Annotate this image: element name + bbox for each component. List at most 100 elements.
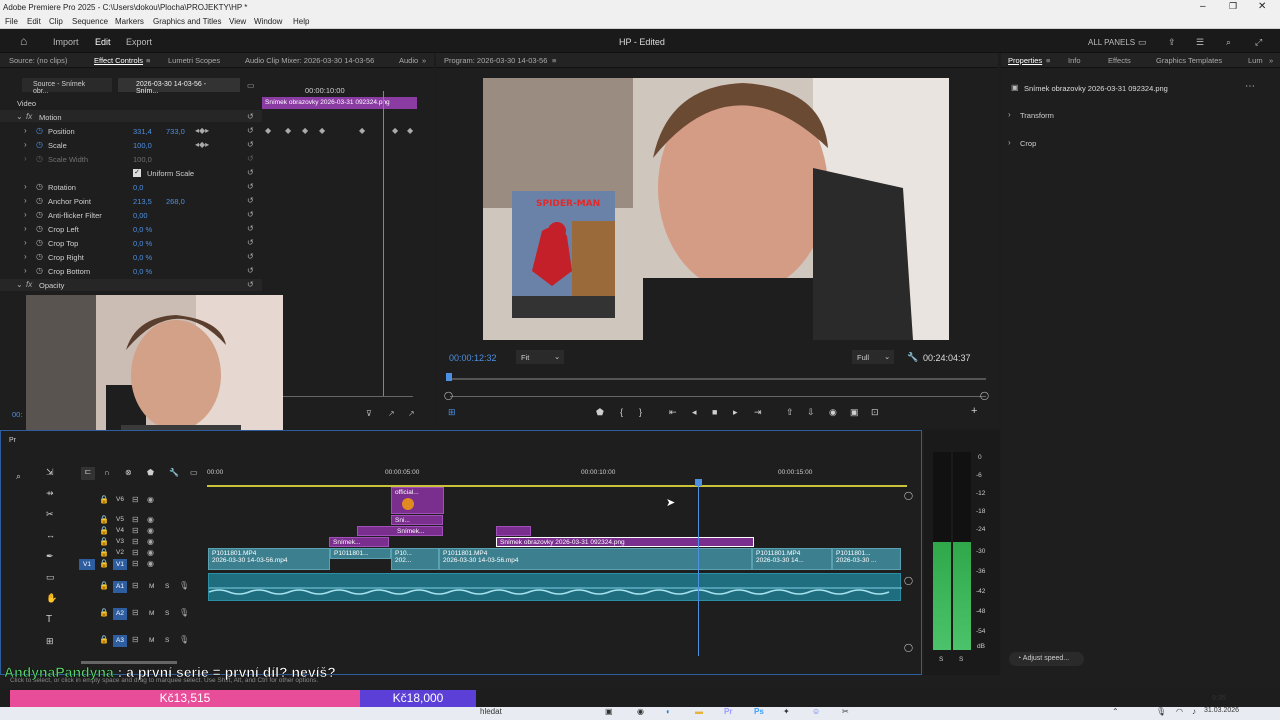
linked-selection-icon[interactable]: ⊗ xyxy=(125,468,132,477)
sync-icon[interactable]: ⊟ xyxy=(132,515,139,524)
tab-menu-icon[interactable]: ≡ xyxy=(552,56,556,65)
section-transform[interactable]: › Transform xyxy=(1008,109,1268,121)
eye-icon[interactable]: ◉ xyxy=(147,495,154,504)
reset-icon[interactable]: ↺ xyxy=(247,196,254,205)
slip-icon[interactable]: ↔ xyxy=(46,530,55,540)
program-video-frame[interactable]: SPIDER-MAN xyxy=(483,78,949,340)
reset-icon[interactable]: ↺ xyxy=(247,224,254,233)
anchor-y-value[interactable]: 268,0 xyxy=(166,197,185,206)
ec-zoom-bar[interactable] xyxy=(283,396,413,397)
export-icon[interactable]: ↗ xyxy=(388,409,395,418)
meter-solo-left[interactable]: S xyxy=(939,656,943,663)
reset-icon[interactable]: ↺ xyxy=(247,126,254,135)
sync-icon[interactable]: ⊟ xyxy=(132,581,139,590)
wrench-icon[interactable]: 🔧 xyxy=(169,468,179,477)
scroll-handle-icon[interactable]: ◯ xyxy=(904,576,913,585)
ec-clip-bar[interactable]: Snímek obrazovky 2026-03-31 092324.png xyxy=(262,97,417,109)
stop-icon[interactable]: ■ xyxy=(712,407,717,417)
add-button-icon[interactable]: + xyxy=(971,405,977,417)
mute-icon[interactable]: M xyxy=(149,583,154,590)
stopwatch-icon[interactable]: ◷ xyxy=(36,182,43,191)
subtab-source[interactable]: Source - Snímek obr... xyxy=(22,78,112,95)
share-icon[interactable]: ⇪ xyxy=(1168,37,1176,48)
step-back-icon[interactable]: ◂ xyxy=(692,407,697,418)
reset-icon[interactable]: ↺ xyxy=(247,238,254,247)
crop-top-value[interactable]: 0,0 % xyxy=(133,239,152,248)
compare-icon[interactable]: ▣ xyxy=(850,407,859,418)
menu-file[interactable]: File xyxy=(5,17,18,26)
clip-v4[interactable]: Snímek... xyxy=(357,526,443,536)
lock-icon[interactable]: 🔒 xyxy=(99,537,109,546)
section-crop[interactable]: › Crop xyxy=(1008,137,1268,149)
zoom-handle-icon[interactable]: ◯ xyxy=(444,391,453,400)
clock-time[interactable]: 9:35 xyxy=(1212,695,1226,702)
edge-icon[interactable]: ◐ xyxy=(666,707,671,716)
add-marker-icon[interactable]: ⬟ xyxy=(147,468,154,477)
keyframe-nav-icon[interactable]: ◂◆▸ xyxy=(195,140,209,149)
stopwatch-icon[interactable]: ◷ xyxy=(36,126,43,135)
stopwatch-icon[interactable]: ◷ xyxy=(36,140,43,149)
keyframe-icon[interactable]: ◆ xyxy=(265,126,271,135)
panel-icon[interactable]: ▭ xyxy=(247,81,255,90)
chevron-right-icon[interactable]: › xyxy=(24,182,27,191)
keyframe-icon[interactable]: ◆ xyxy=(359,126,365,135)
program-timecode[interactable]: 00:00:12:32 xyxy=(449,353,497,363)
stopwatch-icon[interactable]: ◷ xyxy=(36,252,43,261)
tab-source[interactable]: Source: (no clips) xyxy=(9,56,67,65)
settings-grid-icon[interactable]: ⊞ xyxy=(448,407,456,418)
volume-icon[interactable]: ♪ xyxy=(1192,707,1196,716)
audio-clip-a1[interactable] xyxy=(208,573,902,601)
sync-icon[interactable]: ⊟ xyxy=(132,559,139,568)
reset-icon[interactable]: ↺ xyxy=(247,182,254,191)
menu-help[interactable]: Help xyxy=(293,17,309,26)
clock-date[interactable]: 31.03.2026 xyxy=(1204,707,1239,714)
clip-v3-selected[interactable]: Snímek obrazovky 2026-03-31 092324.png xyxy=(496,537,754,547)
sync-icon[interactable]: ⊟ xyxy=(132,495,139,504)
snip-icon[interactable]: ✂ xyxy=(842,707,849,716)
mic-icon[interactable]: 🎙 xyxy=(1156,707,1166,716)
tab-lumetri[interactable]: Lumetri Scopes xyxy=(168,56,220,65)
tab-audio-mixer[interactable]: Audio Clip Mixer: 2026-03-30 14-03-56 xyxy=(245,56,374,65)
project-tab[interactable]: Pr xyxy=(9,437,16,444)
reset-icon[interactable]: ↺ xyxy=(247,210,254,219)
lock-icon[interactable]: 🔒 xyxy=(99,515,109,524)
tab-menu-icon[interactable]: ≡ xyxy=(146,56,150,65)
keyframe-icon[interactable]: ◆ xyxy=(285,126,291,135)
rectangle-icon[interactable]: ▭ xyxy=(46,572,55,583)
crop-bottom-value[interactable]: 0,0 % xyxy=(133,267,152,276)
chevron-right-icon[interactable]: › xyxy=(24,210,27,219)
hand-icon[interactable]: ✋ xyxy=(46,593,57,604)
chevron-right-icon[interactable]: › xyxy=(24,140,27,149)
keyframe-icon[interactable]: ◆ xyxy=(302,126,308,135)
text-tool-icon[interactable]: T xyxy=(46,614,52,625)
stopwatch-icon[interactable]: ◷ xyxy=(36,210,43,219)
marker-icon[interactable]: ⬟ xyxy=(596,407,604,418)
camera-icon[interactable]: ◉ xyxy=(829,407,837,418)
chevron-down-icon[interactable]: ⌄ xyxy=(16,112,23,121)
app-icon[interactable]: ✦ xyxy=(783,707,790,716)
tab-lumetri[interactable]: Lum xyxy=(1248,56,1263,65)
photoshop-icon[interactable]: Ps xyxy=(754,707,764,716)
folder-icon[interactable]: ▬ xyxy=(695,707,703,716)
lock-icon[interactable]: 🔒 xyxy=(99,526,109,535)
filter-icon[interactable]: ⊽ xyxy=(366,409,372,418)
menu-clip[interactable]: Clip xyxy=(49,17,63,26)
clip-v3[interactable]: Snímek... xyxy=(329,537,389,547)
clip-v2-4[interactable]: P1011801.MP4 2026-03-30 14-03-56.mp4 xyxy=(439,548,752,570)
menu-window[interactable]: Window xyxy=(254,17,282,26)
crop-right-value[interactable]: 0,0 % xyxy=(133,253,152,262)
pen-icon[interactable]: ✒ xyxy=(46,551,54,562)
sync-icon[interactable]: ⊟ xyxy=(132,548,139,557)
mute-icon[interactable]: M xyxy=(149,637,154,644)
search-icon[interactable]: ⌕ xyxy=(16,471,21,482)
tab-import[interactable]: Import xyxy=(53,37,79,47)
sync-icon[interactable]: ⊟ xyxy=(132,635,139,644)
tab-export[interactable]: Export xyxy=(126,37,152,47)
scale-value[interactable]: 100,0 xyxy=(133,141,152,150)
tab-info[interactable]: Info xyxy=(1068,56,1081,65)
keyframe-icon[interactable]: ◆ xyxy=(319,126,325,135)
home-icon[interactable]: ⌂ xyxy=(20,34,27,48)
search-icon[interactable]: ⌕ xyxy=(1226,37,1231,48)
solo-icon[interactable]: S xyxy=(165,583,169,590)
crop-left-value[interactable]: 0,0 % xyxy=(133,225,152,234)
